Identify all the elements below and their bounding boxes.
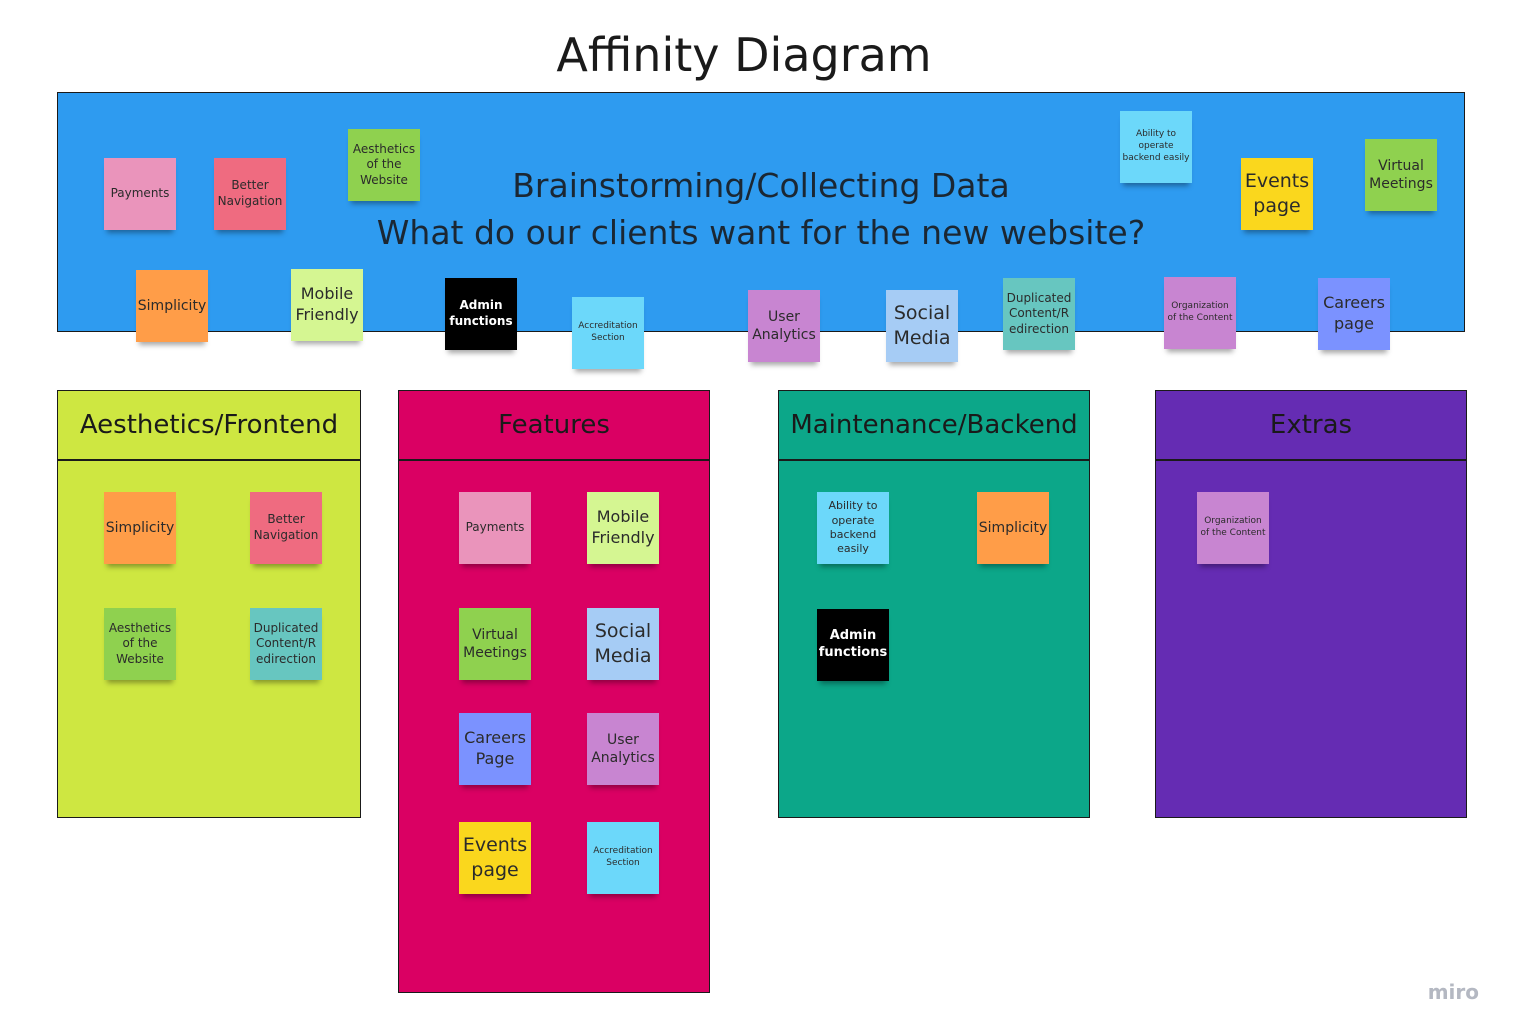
sticky-note[interactable]: User Analytics bbox=[748, 290, 820, 362]
sticky-note[interactable]: Better Navigation bbox=[250, 492, 322, 564]
sticky-note[interactable]: User Analytics bbox=[587, 713, 659, 785]
sticky-note[interactable]: Organization of the Content bbox=[1197, 492, 1269, 564]
sticky-note[interactable]: Careers Page bbox=[459, 713, 531, 785]
sticky-note[interactable]: Simplicity bbox=[104, 492, 176, 564]
sticky-note[interactable]: Virtual Meetings bbox=[459, 608, 531, 680]
sticky-note[interactable]: Aesthetics of the Website bbox=[348, 129, 420, 201]
frame-maintenance-backend[interactable]: Maintenance/Backend bbox=[778, 390, 1090, 818]
frame-title: Maintenance/Backend bbox=[779, 391, 1089, 461]
sticky-note[interactable]: Events page bbox=[1241, 158, 1313, 230]
sticky-note[interactable]: Organization of the Content bbox=[1164, 277, 1236, 349]
sticky-note[interactable]: Payments bbox=[459, 492, 531, 564]
miro-logo: miro bbox=[1427, 980, 1479, 1004]
sticky-note[interactable]: Accreditation Section bbox=[572, 297, 644, 369]
sticky-note[interactable]: Ability to operate backend easily bbox=[817, 492, 889, 564]
sticky-note[interactable]: Social Media bbox=[886, 290, 958, 362]
sticky-note[interactable]: Admin functions bbox=[817, 609, 889, 681]
sticky-note[interactable]: Duplicated Content/R edirection bbox=[1003, 278, 1075, 350]
sticky-note[interactable]: Payments bbox=[104, 158, 176, 230]
frame-extras[interactable]: Extras bbox=[1155, 390, 1467, 818]
frame-title: Aesthetics/Frontend bbox=[58, 391, 360, 461]
page-title: Affinity Diagram bbox=[556, 28, 932, 82]
frame-aesthetics-frontend[interactable]: Aesthetics/Frontend bbox=[57, 390, 361, 818]
frame-features[interactable]: Features bbox=[398, 390, 710, 993]
sticky-note[interactable]: Ability to operate backend easily bbox=[1120, 111, 1192, 183]
sticky-note[interactable]: Social Media bbox=[587, 608, 659, 680]
sticky-note[interactable]: Admin functions bbox=[445, 278, 517, 350]
sticky-note[interactable]: Better Navigation bbox=[214, 158, 286, 230]
sticky-note[interactable]: Mobile Friendly bbox=[291, 269, 363, 341]
sticky-note[interactable]: Careers page bbox=[1318, 278, 1390, 350]
sticky-note[interactable]: Aesthetics of the Website bbox=[104, 608, 176, 680]
sticky-note[interactable]: Duplicated Content/R edirection bbox=[250, 608, 322, 680]
sticky-note[interactable]: Virtual Meetings bbox=[1365, 139, 1437, 211]
sticky-note[interactable]: Events page bbox=[459, 822, 531, 894]
frame-title: Features bbox=[399, 391, 709, 461]
frame-title: Extras bbox=[1156, 391, 1466, 461]
sticky-note[interactable]: Accreditation Section bbox=[587, 822, 659, 894]
sticky-note[interactable]: Simplicity bbox=[136, 270, 208, 342]
sticky-note[interactable]: Mobile Friendly bbox=[587, 492, 659, 564]
sticky-note[interactable]: Simplicity bbox=[977, 492, 1049, 564]
